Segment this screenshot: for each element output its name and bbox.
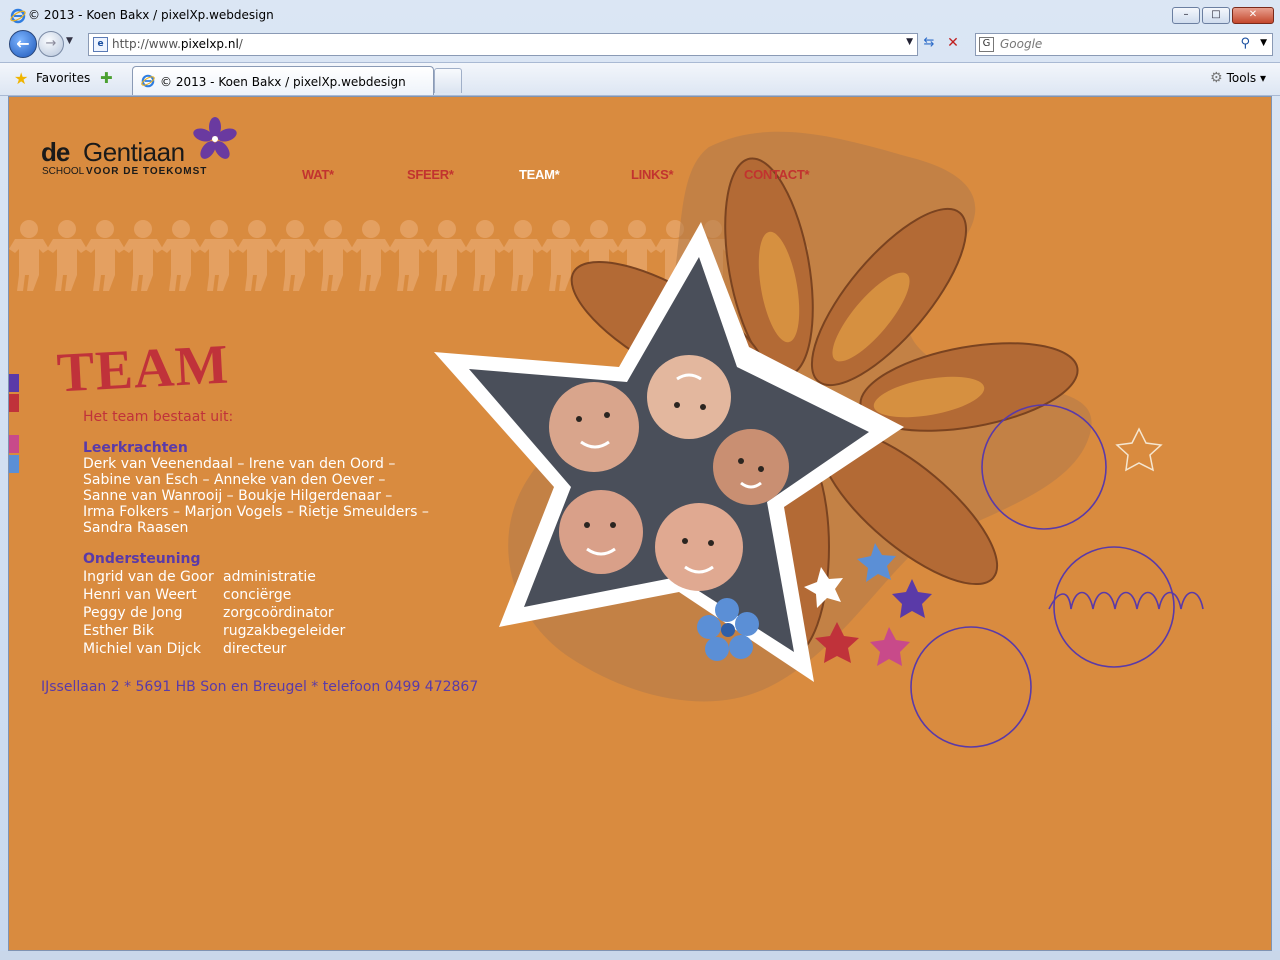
window-bottom-edge	[0, 951, 1280, 960]
favorites-bar: ★ Favorites ✚ © 2013 - Koen Bakx / pixel…	[0, 62, 1280, 96]
url-prefix: http://www.	[112, 37, 181, 51]
side-tab-red	[9, 394, 19, 412]
close-button[interactable]: ✕	[1232, 7, 1274, 24]
ie-logo-icon	[10, 8, 26, 24]
browser-tab[interactable]: © 2013 - Koen Bakx / pixelXp.webdesign	[132, 66, 434, 95]
web-content: de Gentiaan SCHOOL VOOR DE TOEKOMST WAT*…	[8, 96, 1272, 951]
side-tab-blue	[9, 455, 19, 473]
browser-window: © 2013 - Koen Bakx / pixelXp.webdesign –…	[0, 0, 1280, 960]
new-tab-button[interactable]	[434, 68, 462, 93]
refresh-icon[interactable]: ⇆	[920, 35, 938, 53]
search-input[interactable]: Google	[1000, 37, 1042, 51]
support-name: Esther Bik	[83, 623, 154, 639]
teachers-line: Sabine van Esch – Anneke van den Oever –	[83, 472, 386, 488]
support-role: conciërge	[223, 587, 292, 603]
minimize-button[interactable]: –	[1172, 7, 1200, 24]
address-bar[interactable]: e http://www.pixelxp.nl/ ▼	[88, 33, 918, 56]
logo-subtitle-school: SCHOOL	[42, 166, 85, 177]
navigation-bar: ← → ▼ e http://www.pixelxp.nl/ ▼ ⇆ ✕ G G…	[0, 30, 1280, 58]
teachers-line: Irma Folkers – Marjon Vogels – Rietje Sm…	[83, 504, 429, 520]
support-name: Ingrid van de Goor	[83, 569, 214, 585]
favorites-button[interactable]: Favorites	[36, 71, 90, 85]
search-icon[interactable]: ⚲	[1240, 36, 1250, 51]
nav-team[interactable]: TEAM*	[519, 167, 560, 182]
side-tab-pink	[9, 435, 19, 453]
nav-contact[interactable]: CONTACT*	[744, 167, 810, 182]
nav-wat[interactable]: WAT*	[302, 167, 334, 182]
support-name: Henri van Weert	[83, 587, 197, 603]
teachers-line: Derk van Veenendaal – Irene van den Oord…	[83, 456, 396, 472]
back-button[interactable]: ←	[9, 30, 37, 58]
teachers-line: Sanne van Wanrooij – Boukje Hilgerdenaar…	[83, 488, 393, 504]
logo-subtitle-tagline: VOOR DE TOEKOMST	[86, 166, 208, 177]
page-title: TEAM	[55, 333, 231, 405]
support-heading: Ondersteuning	[83, 551, 201, 567]
support-role: directeur	[223, 641, 287, 657]
history-dropdown-icon[interactable]: ▼	[66, 36, 73, 46]
address-dropdown-icon[interactable]: ▼	[906, 37, 913, 47]
support-row: Michiel van Dijck directeur	[83, 640, 345, 658]
logo-de[interactable]: de	[41, 137, 70, 168]
forward-button[interactable]: →	[38, 31, 64, 57]
support-row: Esther Bik rugzakbegeleider	[83, 622, 345, 640]
url-suffix: /	[238, 37, 243, 51]
star-anise-artwork	[434, 131, 1204, 748]
tab-title: © 2013 - Koen Bakx / pixelXp.webdesign	[160, 75, 406, 89]
nav-links[interactable]: LINKS*	[631, 167, 674, 182]
tab-ie-icon	[141, 74, 155, 88]
search-box[interactable]: G Google ⚲ ▼	[975, 33, 1273, 56]
logo-name[interactable]: Gentiaan	[83, 137, 185, 168]
nav-sfeer[interactable]: SFEER*	[407, 167, 454, 182]
address-url[interactable]: http://www.pixelxp.nl/	[112, 37, 243, 51]
stop-icon[interactable]: ✕	[944, 35, 962, 53]
support-name: Peggy de Jong	[83, 605, 183, 621]
support-role: zorgcoördinator	[223, 605, 334, 621]
google-icon: G	[979, 37, 994, 52]
teachers-line: Sandra Raasen	[83, 520, 189, 536]
footer-address: IJssellaan 2 * 5691 HB Son en Breugel * …	[41, 679, 479, 695]
tools-label: Tools	[1226, 71, 1257, 85]
favorites-star-icon[interactable]: ★	[14, 69, 28, 88]
support-row: Ingrid van de Goor administratie	[83, 568, 345, 586]
add-favorite-icon[interactable]: ✚	[100, 69, 113, 87]
tools-menu[interactable]: ⚙ Tools ▾	[1210, 70, 1266, 86]
teachers-list: Derk van Veenendaal – Irene van den Oord…	[83, 456, 429, 536]
page-icon: e	[93, 37, 108, 52]
support-row: Henri van Weert conciërge	[83, 586, 345, 604]
url-domain: pixelxp.nl	[180, 37, 239, 51]
support-row: Peggy de Jong zorgcoördinator	[83, 604, 345, 622]
gear-icon: ⚙	[1210, 70, 1223, 86]
teachers-heading: Leerkrachten	[83, 440, 188, 456]
side-tab-purple	[9, 374, 19, 392]
restore-button[interactable]: □	[1202, 7, 1230, 24]
search-dropdown-icon[interactable]: ▼	[1260, 38, 1267, 48]
support-list: Ingrid van de Goor administratie Henri va…	[83, 568, 345, 658]
support-role: administratie	[223, 569, 316, 585]
support-role: rugzakbegeleider	[223, 623, 346, 639]
support-name: Michiel van Dijck	[83, 641, 201, 657]
flower-logo-icon	[193, 117, 237, 159]
intro-text: Het team bestaat uit:	[83, 409, 234, 425]
title-bar: © 2013 - Koen Bakx / pixelXp.webdesign –…	[0, 0, 1280, 30]
window-title: © 2013 - Koen Bakx / pixelXp.webdesign	[28, 8, 274, 22]
